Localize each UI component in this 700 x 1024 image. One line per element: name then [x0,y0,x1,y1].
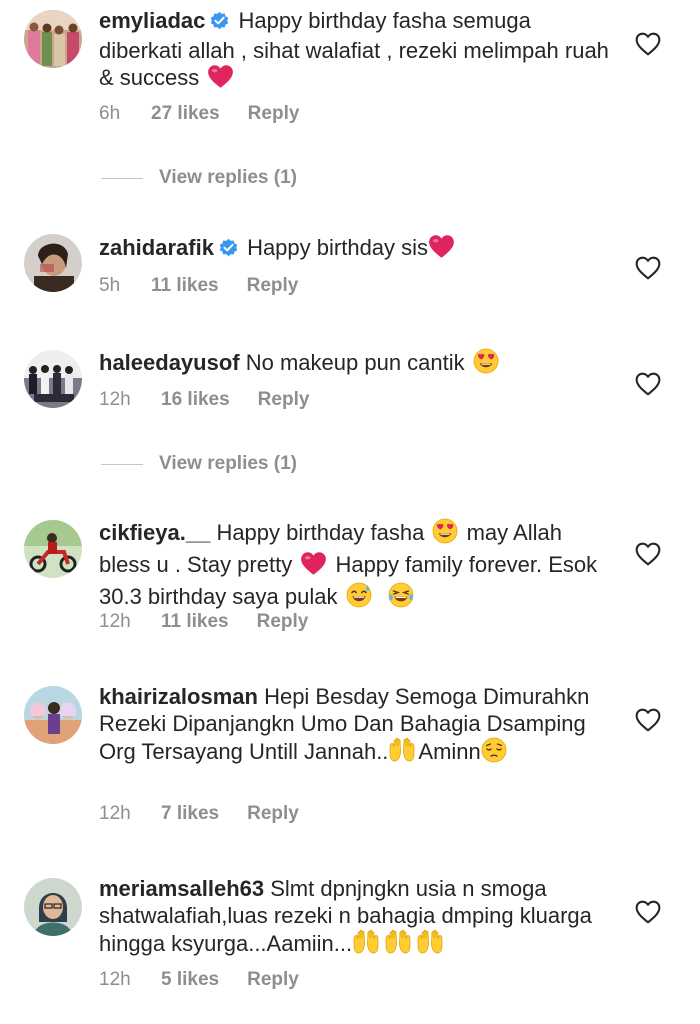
likes-count[interactable]: 11 likes [161,611,229,633]
username[interactable]: haleedayusof [99,350,240,375]
timestamp: 12h [99,803,131,824]
reply-button[interactable]: Reply [247,275,299,297]
red-heart-emoji-icon [300,551,327,583]
likes-count[interactable]: 5 likes [161,969,219,991]
raised-hands-emoji-icon [416,929,444,962]
avatar[interactable] [24,878,82,936]
username[interactable]: khairizalosman [99,684,258,709]
view-replies-button[interactable]: View replies (1) [101,167,401,191]
like-heart-icon[interactable] [635,542,661,566]
reply-button[interactable]: Reply [257,611,309,633]
avatar[interactable] [24,520,82,578]
red-heart-emoji-icon [428,234,455,266]
like-heart-icon[interactable] [635,708,661,732]
like-heart-icon[interactable] [635,900,661,924]
comment-body: Happy birthday sis [247,235,429,260]
raised-hands-emoji-icon [388,737,416,770]
comment-text: cikfieya.__ Happy birthday fasha may All… [99,518,619,615]
comment-meta: 12h 5 likes Reply [99,969,299,991]
comment-text: meriamsalleh63 Slmt dpnjngkn usia n smog… [99,876,619,962]
view-replies-label[interactable]: View replies (1) [159,453,297,475]
likes-count[interactable]: 27 likes [151,103,220,125]
comment-body: Happy birthday fasha [216,520,425,545]
heart-eyes-emoji-icon [432,518,458,551]
comment-meta: 12h 16 likes Reply [99,389,309,411]
joy-emoji-icon [388,582,414,615]
comment-meta: 6h 27 likes Reply [99,103,299,125]
comment-text: zahidarafik Happy birthday sis [99,234,619,266]
comment-meta: 12h 7 likes Reply [99,803,299,825]
avatar[interactable] [24,234,82,292]
comment-body: Aminn [418,739,481,764]
reply-button[interactable]: Reply [248,103,300,125]
username[interactable]: emyliadac [99,8,205,33]
comment-meta: 5h 11 likes Reply [99,275,298,297]
view-replies-label[interactable]: View replies (1) [159,167,297,189]
red-heart-emoji-icon [207,64,234,96]
raised-hands-emoji-icon [384,929,412,962]
timestamp: 12h [99,611,131,632]
verified-badge-icon [209,10,230,38]
avatar[interactable] [24,10,82,68]
like-heart-icon[interactable] [635,372,661,396]
timestamp: 12h [99,389,131,410]
raised-hands-emoji-icon [352,929,380,962]
username[interactable]: meriamsalleh63 [99,876,264,901]
comment-text: khairizalosman Hepi Besday Semoga Dimura… [99,684,619,770]
reply-button[interactable]: Reply [247,969,299,991]
reply-button[interactable]: Reply [247,803,299,825]
heart-eyes-emoji-icon [473,348,499,381]
verified-badge-icon [218,237,239,265]
pensive-emoji-icon [481,737,507,770]
comment-text: haleedayusof No makeup pun cantik [99,348,619,381]
sweat-smile-emoji-icon [346,582,372,615]
like-heart-icon[interactable] [635,32,661,56]
timestamp: 12h [99,969,131,990]
divider [101,464,143,465]
view-replies-button[interactable]: View replies (1) [101,453,401,477]
avatar[interactable] [24,350,82,408]
like-heart-icon[interactable] [635,256,661,280]
username[interactable]: zahidarafik [99,235,214,260]
username[interactable]: cikfieya.__ [99,520,210,545]
divider [101,178,143,179]
likes-count[interactable]: 16 likes [161,389,230,411]
comment-body: No makeup pun cantik [245,350,465,375]
likes-count[interactable]: 11 likes [151,275,219,297]
likes-count[interactable]: 7 likes [161,803,219,825]
comment-meta: 12h 11 likes Reply [99,611,308,633]
avatar[interactable] [24,686,82,744]
timestamp: 6h [99,103,121,124]
comment-text: emyliadac Happy birthday fasha semuga di… [99,8,619,96]
timestamp: 5h [99,275,121,296]
reply-button[interactable]: Reply [258,389,310,411]
